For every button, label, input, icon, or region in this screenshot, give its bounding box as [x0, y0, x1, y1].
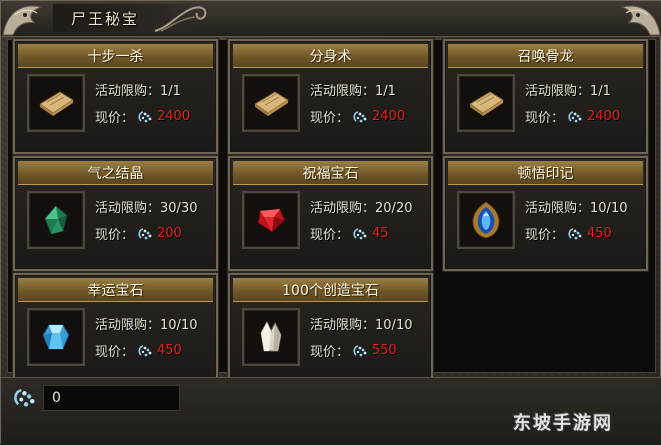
shop-item-card[interactable]: 祝福宝石 活动限购：20/20 现价： 45 [228, 156, 433, 271]
currency-icon [138, 344, 152, 356]
item-slot[interactable] [242, 191, 300, 249]
current-price: 现价： 2400 [310, 107, 405, 126]
currency-balance: 0 [43, 385, 180, 411]
currency-icon [353, 344, 367, 356]
purchase-limit: 活动限购：1/1 [95, 80, 181, 99]
title-bar: 尸王秘宝 [1, 1, 661, 37]
purchase-limit: 活动限购：10/10 [525, 197, 627, 216]
current-price: 现价： 550 [310, 341, 397, 360]
item-name: 召唤骨龙 [448, 44, 643, 68]
item-name: 分身术 [233, 44, 428, 68]
shop-item-card[interactable]: 顿悟印记 活动限购：10/10 现价： 450 [443, 156, 648, 271]
white-crystal-icon [260, 320, 282, 352]
price-label: 现价： [310, 345, 350, 360]
price-value: 450 [157, 343, 182, 358]
limit-value: 10/10 [375, 318, 413, 333]
title-swirl-ornament-icon [154, 6, 207, 32]
purchase-limit: 活动限购：30/30 [95, 197, 197, 216]
limit-label: 活动限购： [95, 84, 161, 99]
price-label: 现价： [525, 228, 565, 243]
limit-label: 活动限购： [95, 201, 161, 216]
limit-value: 1/1 [590, 84, 611, 99]
price-value: 2400 [372, 109, 406, 124]
window-title: 尸王秘宝 [71, 10, 140, 28]
limit-value: 1/1 [160, 84, 181, 99]
limit-label: 活动限购： [525, 201, 591, 216]
item-slot[interactable] [242, 308, 300, 366]
item-name: 100个创造宝石 [233, 278, 428, 302]
currency-icon [138, 110, 152, 122]
item-name: 十步一杀 [18, 44, 213, 68]
shop-item-card[interactable]: 十步一杀 活动限购：1/1 现价： 2400 [13, 39, 218, 154]
limit-value: 10/10 [590, 201, 628, 216]
limit-value: 1/1 [375, 84, 396, 99]
purchase-limit: 活动限购：10/10 [95, 314, 197, 333]
current-price: 现价： 2400 [95, 107, 190, 126]
dragon-ornament-left-icon [2, 5, 43, 36]
item-slot[interactable] [457, 74, 515, 132]
purchase-limit: 活动限购：1/1 [525, 80, 611, 99]
limit-value: 30/30 [160, 201, 198, 216]
price-label: 现价： [95, 228, 135, 243]
item-slot[interactable] [242, 74, 300, 132]
purchase-limit: 活动限购：20/20 [310, 197, 412, 216]
treasure-shop-window: 尸王秘宝 十步一杀 活动限购：1/1 现价： 2400 分身术 活动限购：1/1… [0, 0, 661, 445]
price-value: 2400 [157, 109, 191, 124]
item-slot[interactable] [27, 308, 85, 366]
currency-icon [568, 110, 582, 122]
limit-label: 活动限购： [95, 318, 161, 333]
limit-label: 活动限购： [310, 84, 376, 99]
price-label: 现价： [95, 345, 135, 360]
scroll-icon [39, 91, 74, 116]
current-price: 现价： 200 [95, 224, 182, 243]
currency-icon [568, 227, 582, 239]
purchase-limit: 活动限购：10/10 [310, 314, 412, 333]
green-crystal-icon [44, 205, 68, 235]
scroll-icon [469, 91, 504, 116]
watermark: 东坡手游网 [513, 413, 613, 434]
price-value: 200 [157, 226, 182, 241]
currency-icon [14, 388, 35, 407]
limit-value: 20/20 [375, 201, 413, 216]
price-value: 2400 [587, 109, 621, 124]
limit-label: 活动限购： [310, 318, 376, 333]
limit-label: 活动限购： [525, 84, 591, 99]
red-gem-icon [257, 208, 286, 233]
current-price: 现价： 450 [525, 224, 612, 243]
blue-gem-icon [42, 324, 70, 350]
limit-value: 10/10 [160, 318, 198, 333]
item-name: 气之结晶 [18, 161, 213, 185]
shop-item-card[interactable]: 100个创造宝石 活动限购：10/10 现价： 550 [228, 273, 433, 388]
purchase-limit: 活动限购：1/1 [310, 80, 396, 99]
price-value: 450 [587, 226, 612, 241]
shop-item-card[interactable]: 召唤骨龙 活动限购：1/1 现价： 2400 [443, 39, 648, 154]
shop-item-card[interactable]: 幸运宝石 活动限购：10/10 现价： 450 [13, 273, 218, 388]
price-label: 现价： [310, 111, 350, 126]
current-price: 现价： 450 [95, 341, 182, 360]
limit-label: 活动限购： [310, 201, 376, 216]
price-value: 45 [372, 226, 389, 241]
blue-seal-icon [472, 201, 500, 239]
price-label: 现价： [525, 111, 565, 126]
current-price: 现价： 45 [310, 224, 389, 243]
current-price: 现价： 2400 [525, 107, 620, 126]
item-slot[interactable] [27, 191, 85, 249]
price-label: 现价： [310, 228, 350, 243]
dragon-ornament-right-icon [620, 5, 661, 36]
currency-icon [353, 227, 367, 239]
item-name: 祝福宝石 [233, 161, 428, 185]
currency-icon [353, 110, 367, 122]
scroll-icon [254, 91, 289, 116]
currency-icon [138, 227, 152, 239]
price-value: 550 [372, 343, 397, 358]
price-label: 现价： [95, 111, 135, 126]
item-slot[interactable] [27, 74, 85, 132]
shop-item-card[interactable]: 分身术 活动限购：1/1 现价： 2400 [228, 39, 433, 154]
item-name: 幸运宝石 [18, 278, 213, 302]
item-name: 顿悟印记 [448, 161, 643, 185]
item-slot[interactable] [457, 191, 515, 249]
shop-item-card[interactable]: 气之结晶 活动限购：30/30 现价： 200 [13, 156, 218, 271]
